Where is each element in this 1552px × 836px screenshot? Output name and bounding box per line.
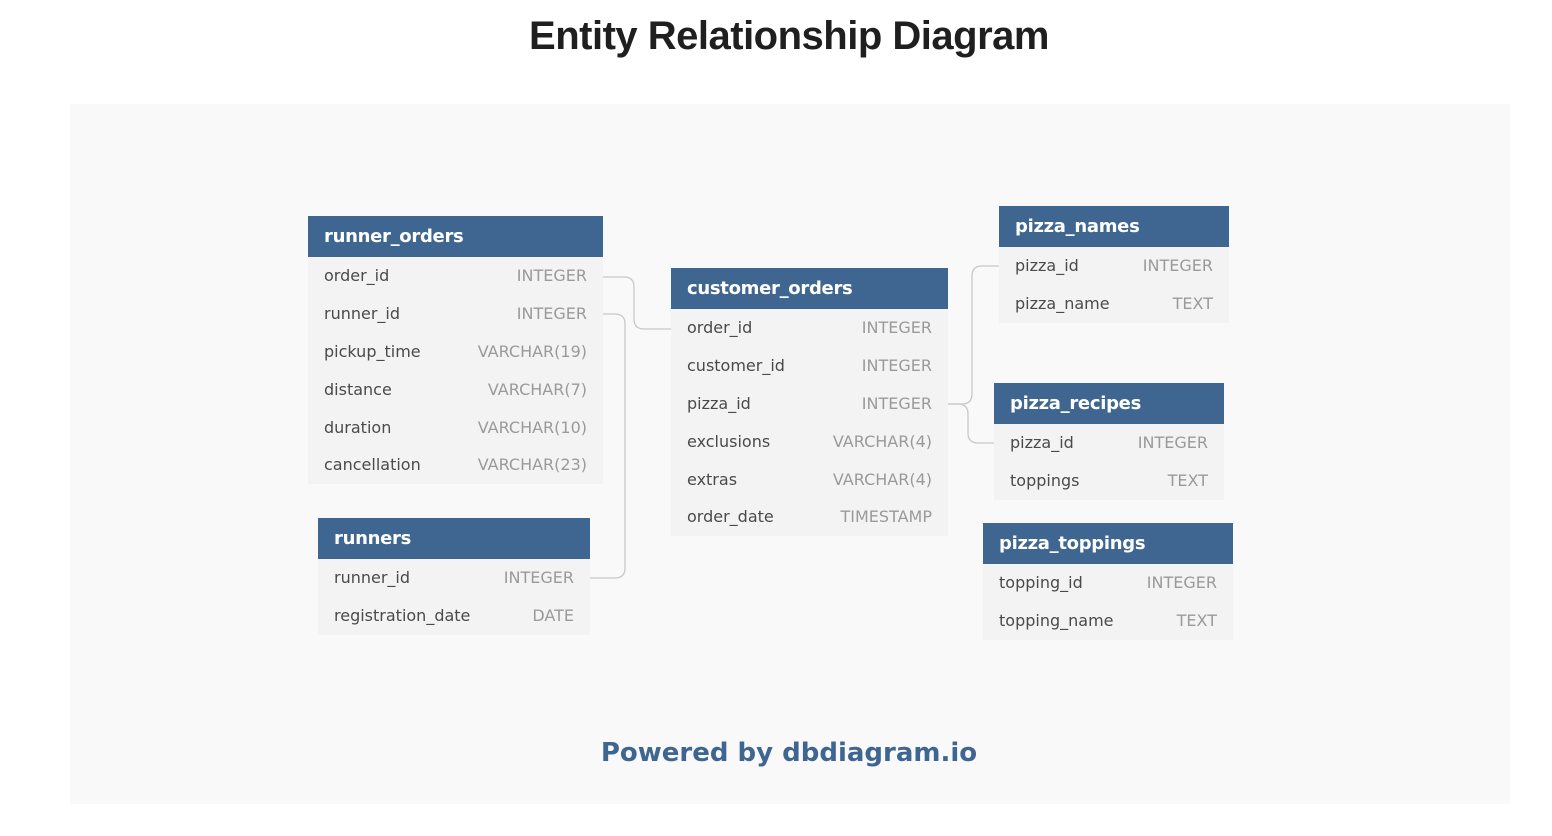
column-name: topping_id — [999, 573, 1083, 593]
column-type: VARCHAR(19) — [477, 341, 587, 361]
table-row[interactable]: pickup_time VARCHAR(19) — [308, 333, 603, 371]
table-row[interactable]: pizza_id INTEGER — [999, 247, 1229, 285]
table-row[interactable]: registration_date DATE — [318, 597, 590, 635]
column-name: registration_date — [334, 606, 471, 626]
table-row[interactable]: duration VARCHAR(10) — [308, 408, 603, 446]
column-type: VARCHAR(10) — [477, 417, 587, 437]
column-type: VARCHAR(4) — [832, 431, 932, 451]
column-name: extras — [687, 469, 738, 489]
column-type: DATE — [532, 606, 574, 626]
column-type: INTEGER — [861, 356, 932, 376]
table-row[interactable]: pizza_id INTEGER — [994, 424, 1224, 462]
column-name: order_date — [687, 507, 774, 527]
table-row[interactable]: order_id INTEGER — [308, 257, 603, 295]
column-type: INTEGER — [503, 568, 574, 588]
table-row[interactable]: cancellation VARCHAR(23) — [308, 446, 603, 484]
table-header[interactable]: runner_orders — [308, 216, 603, 257]
table-header[interactable]: pizza_names — [999, 206, 1229, 247]
table-customer-orders[interactable]: customer_orders order_id INTEGER customer… — [671, 268, 948, 536]
column-type: TEXT — [1176, 611, 1217, 631]
column-type: INTEGER — [861, 318, 932, 338]
column-name: cancellation — [324, 455, 421, 475]
table-row[interactable]: distance VARCHAR(7) — [308, 370, 603, 408]
table-header[interactable]: pizza_toppings — [983, 523, 1233, 564]
column-name: exclusions — [687, 431, 771, 451]
page-title: Entity Relationship Diagram — [529, 14, 1049, 58]
column-name: order_id — [687, 318, 753, 338]
table-header[interactable]: customer_orders — [671, 268, 948, 309]
column-name: runner_id — [334, 568, 411, 588]
table-row[interactable]: pizza_id INTEGER — [671, 385, 948, 423]
powered-by-link[interactable]: Powered by dbdiagram.io — [0, 738, 1552, 768]
table-row[interactable]: pizza_name TEXT — [999, 285, 1229, 323]
table-header[interactable]: pizza_recipes — [994, 383, 1224, 424]
column-name: customer_id — [687, 356, 785, 376]
column-name: toppings — [1010, 471, 1080, 491]
column-name: duration — [324, 417, 392, 437]
table-pizza-recipes[interactable]: pizza_recipes pizza_id INTEGER toppings TE… — [994, 383, 1224, 500]
column-type: VARCHAR(4) — [832, 469, 932, 489]
column-name: runner_id — [324, 304, 401, 324]
column-name: pizza_name — [1015, 294, 1110, 314]
table-row[interactable]: order_id INTEGER — [671, 309, 948, 347]
table-row[interactable]: topping_name TEXT — [983, 602, 1233, 640]
column-name: topping_name — [999, 611, 1114, 631]
column-name: pizza_id — [687, 393, 751, 413]
table-pizza-toppings[interactable]: pizza_toppings topping_id INTEGER topping… — [983, 523, 1233, 640]
column-name: order_id — [324, 266, 390, 286]
table-row[interactable]: exclusions VARCHAR(4) — [671, 422, 948, 460]
table-row[interactable]: customer_id INTEGER — [671, 347, 948, 385]
column-type: INTEGER — [861, 393, 932, 413]
column-type: INTEGER — [1137, 433, 1208, 453]
column-name: pizza_id — [1010, 433, 1074, 453]
column-type: TIMESTAMP — [840, 507, 933, 527]
table-row[interactable]: runner_id INTEGER — [318, 559, 590, 597]
table-header[interactable]: runners — [318, 518, 590, 559]
column-name: pizza_id — [1015, 256, 1079, 276]
table-row[interactable]: runner_id INTEGER — [308, 295, 603, 333]
column-type: INTEGER — [516, 304, 587, 324]
table-pizza-names[interactable]: pizza_names pizza_id INTEGER pizza_name TE… — [999, 206, 1229, 323]
column-type: VARCHAR(23) — [477, 455, 587, 475]
column-type: INTEGER — [1146, 573, 1217, 593]
table-runners[interactable]: runners runner_id INTEGER registration_da… — [318, 518, 590, 635]
column-type: VARCHAR(7) — [487, 379, 587, 399]
table-runner-orders[interactable]: runner_orders order_id INTEGER runner_id I… — [308, 216, 603, 484]
column-type: TEXT — [1167, 471, 1208, 491]
table-row[interactable]: toppings TEXT — [994, 462, 1224, 500]
column-type: TEXT — [1172, 294, 1213, 314]
table-row[interactable]: extras VARCHAR(4) — [671, 460, 948, 498]
column-name: distance — [324, 379, 392, 399]
table-row[interactable]: topping_id INTEGER — [983, 564, 1233, 602]
column-type: INTEGER — [516, 266, 587, 286]
column-name: pickup_time — [324, 341, 421, 361]
column-type: INTEGER — [1142, 256, 1213, 276]
table-row[interactable]: order_date TIMESTAMP — [671, 498, 948, 536]
